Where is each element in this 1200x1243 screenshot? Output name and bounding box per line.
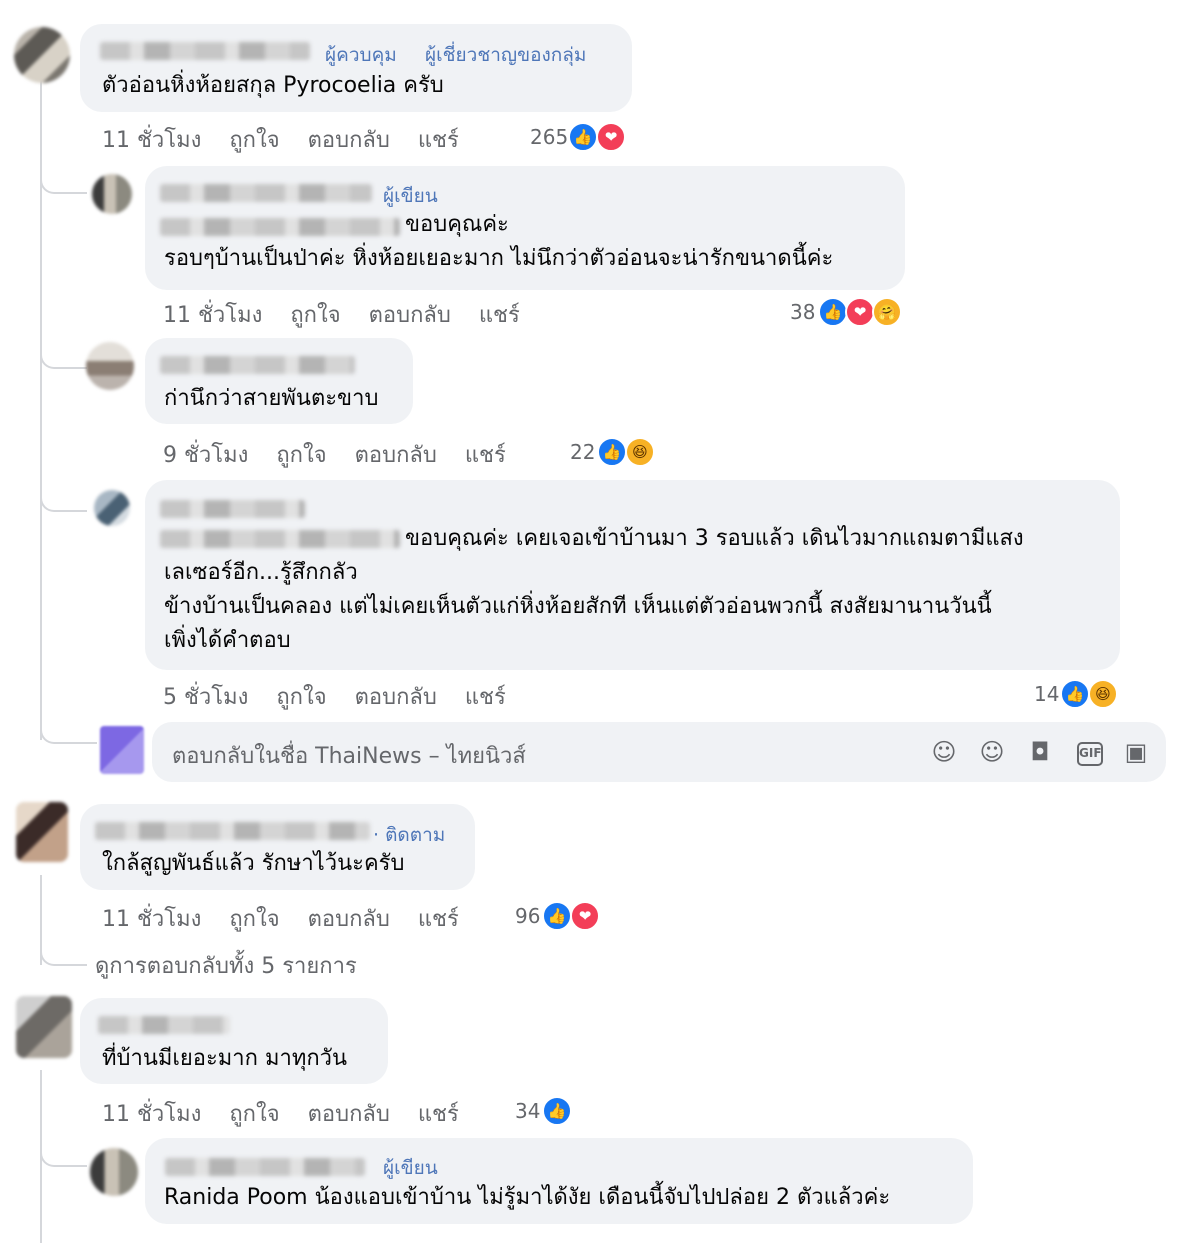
care-reaction-icon: 🤗: [872, 297, 902, 327]
reaction-count[interactable]: 38: [790, 300, 815, 324]
love-reaction-icon: ❤: [570, 901, 600, 931]
comment-actions: 11 ชั่วโมง ถูกใจ ตอบกลับ แชร์: [102, 122, 487, 157]
reply-button[interactable]: ตอบกลับ: [355, 685, 437, 710]
like-reaction-icon: 👍: [597, 437, 627, 467]
badge-moderator: ผู้ควบคุม: [325, 44, 397, 66]
comment-text-line-2: รอบๆบ้านเป็นป่าค่ะ หิ่งห้อยเยอะมาก ไม่นึ…: [164, 246, 834, 271]
reaction-count[interactable]: 14: [1034, 682, 1059, 706]
camera-icon[interactable]: ◘: [1025, 738, 1055, 766]
reply-connector-4: [40, 1143, 87, 1167]
comment-text: ใกล้สูญพันธ์แล้ว รักษาไว้นะครับ: [102, 851, 405, 876]
follow-link[interactable]: · ติดตาม: [373, 820, 445, 850]
like-reaction-icon: 👍: [818, 297, 848, 327]
comment-actions: 11 ชั่วโมง ถูกใจ ตอบกลับ แชร์: [163, 297, 548, 332]
timestamp[interactable]: 11 ชั่วโมง: [102, 907, 201, 932]
commenter-name[interactable]: [98, 1016, 230, 1034]
page-avatar[interactable]: [100, 726, 144, 774]
reply-button[interactable]: ตอบกลับ: [369, 303, 451, 328]
reaction-count[interactable]: 96: [515, 904, 540, 928]
comment-actions: 11 ชั่วโมง ถูกใจ ตอบกลับ แชร์: [102, 901, 487, 936]
commenter-name[interactable]: [165, 1158, 365, 1176]
avatar[interactable]: [90, 1148, 138, 1196]
view-all-replies-link[interactable]: ดูการตอบกลับทั้ง 5 รายการ: [95, 948, 357, 983]
gif-icon[interactable]: GIF: [1077, 742, 1103, 766]
reaction-count[interactable]: 22: [570, 440, 595, 464]
reply-connector-2: [40, 345, 87, 369]
comment-text-line-1: ขอบคุณค่ะ เคยเจอเข้าบ้านมา 3 รอบแล้ว เดิ…: [405, 526, 1024, 551]
timestamp[interactable]: 9 ชั่วโมง: [163, 443, 248, 468]
timestamp[interactable]: 5 ชั่วโมง: [163, 685, 248, 710]
reply-box-connector: [40, 720, 97, 744]
commenter-name[interactable]: [160, 184, 372, 202]
like-button[interactable]: ถูกใจ: [276, 685, 326, 710]
avatar[interactable]: [92, 174, 132, 214]
comment-actions: 5 ชั่วโมง ถูกใจ ตอบกลับ แชร์: [163, 679, 534, 714]
love-reaction-icon: ❤: [596, 122, 626, 152]
emoji-icon[interactable]: ☺: [977, 738, 1007, 766]
like-reaction-icon: 👍: [542, 901, 572, 931]
avatar-sticker-icon[interactable]: ☺: [929, 738, 959, 766]
comment-text: ตัวอ่อนหิ่งห้อยสกุล Pyrocoelia ครับ: [102, 73, 444, 98]
comment-text: ก่านึกว่าสายพันตะขาบ: [164, 386, 379, 411]
comment-text-line-2: เลเซอร์อีก...รู้สึกกลัว: [164, 560, 358, 585]
badge-group-expert: ผู้เชี่ยวชาญของกลุ่ม: [425, 44, 587, 66]
like-button[interactable]: ถูกใจ: [229, 907, 279, 932]
like-button[interactable]: ถูกใจ: [229, 1102, 279, 1127]
comment-text: ที่บ้านมีเยอะมาก มาทุกวัน: [102, 1046, 348, 1071]
haha-reaction-icon: 😆: [1088, 679, 1118, 709]
avatar[interactable]: [14, 27, 70, 83]
share-button[interactable]: แชร์: [418, 907, 459, 932]
timestamp[interactable]: 11 ชั่วโมง: [163, 303, 262, 328]
avatar[interactable]: [16, 802, 68, 862]
share-button[interactable]: แชร์: [465, 443, 506, 468]
comment-text-line-4: เพิ่งได้คำตอบ: [164, 628, 291, 653]
comment-text: Ranida Poom น้องแอบเข้าบ้าน ไม่รู้มาได้ง…: [164, 1185, 891, 1210]
like-reaction-icon: 👍: [542, 1096, 572, 1126]
share-button[interactable]: แชร์: [479, 303, 520, 328]
badge-author: ผู้เขียน: [383, 1157, 438, 1179]
share-button[interactable]: แชร์: [418, 1102, 459, 1127]
reply-button[interactable]: ตอบกลับ: [308, 1102, 390, 1127]
avatar[interactable]: [94, 490, 130, 526]
avatar[interactable]: [86, 342, 134, 390]
like-reaction-icon: 👍: [568, 122, 598, 152]
badge-author: ผู้เขียน: [383, 185, 438, 207]
reply-connector-1: [40, 170, 87, 194]
commenter-name[interactable]: [160, 356, 355, 374]
comment-text-line-3: ข้างบ้านเป็นคลอง แต่ไม่เคยเห็นตัวแก่หิ่ง…: [164, 594, 992, 619]
like-button[interactable]: ถูกใจ: [276, 443, 326, 468]
avatar[interactable]: [16, 996, 72, 1058]
view-replies-connector: [40, 940, 87, 966]
mention-name[interactable]: [160, 530, 400, 548]
reaction-count[interactable]: 265: [530, 125, 568, 149]
reply-button[interactable]: ตอบกลับ: [308, 128, 390, 153]
reply-button[interactable]: ตอบกลับ: [355, 443, 437, 468]
comment-text-line-1: ขอบคุณค่ะ: [405, 212, 509, 237]
comment-actions: 9 ชั่วโมง ถูกใจ ตอบกลับ แชร์: [163, 437, 534, 472]
love-reaction-icon: ❤: [845, 297, 875, 327]
share-button[interactable]: แชร์: [418, 128, 459, 153]
mention-name[interactable]: [160, 218, 400, 236]
commenter-name[interactable]: [160, 500, 305, 518]
commenter-name[interactable]: [95, 822, 370, 840]
reply-button[interactable]: ตอบกลับ: [308, 907, 390, 932]
commenter-name[interactable]: [100, 42, 310, 60]
reply-connector-3: [40, 488, 87, 512]
comment-actions: 11 ชั่วโมง ถูกใจ ตอบกลับ แชร์: [102, 1096, 487, 1131]
sticker-icon[interactable]: ▣: [1121, 738, 1151, 766]
haha-reaction-icon: 😆: [625, 437, 655, 467]
like-button[interactable]: ถูกใจ: [229, 128, 279, 153]
timestamp[interactable]: 11 ชั่วโมง: [102, 128, 201, 153]
share-button[interactable]: แชร์: [465, 685, 506, 710]
timestamp[interactable]: 11 ชั่วโมง: [102, 1102, 201, 1127]
reply-input[interactable]: ตอบกลับในชื่อ ThaiNews – ไทยนิวส์: [172, 738, 526, 773]
like-button[interactable]: ถูกใจ: [290, 303, 340, 328]
like-reaction-icon: 👍: [1060, 679, 1090, 709]
reaction-count[interactable]: 34: [515, 1099, 540, 1123]
